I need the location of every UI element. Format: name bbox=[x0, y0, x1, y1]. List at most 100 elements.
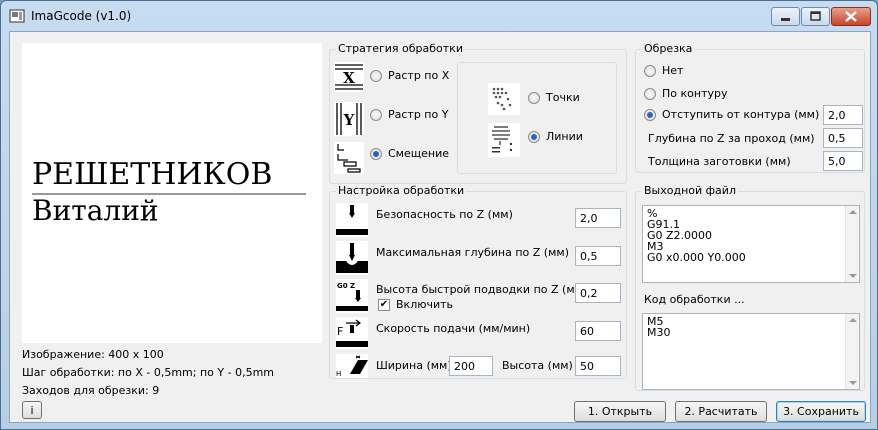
code-line: M30 bbox=[647, 326, 671, 339]
preview-text-line2: Виталий bbox=[32, 194, 159, 227]
strategy-group: Стратегия обработки X Растр по X Y Растр… bbox=[329, 42, 627, 184]
trim-title: Обрезка bbox=[642, 42, 695, 55]
checkbox-indicator: ✔ bbox=[378, 298, 390, 311]
radio-indicator bbox=[370, 69, 382, 82]
radio-indicator bbox=[528, 91, 540, 104]
svg-text:H: H bbox=[336, 370, 341, 378]
lines-icon bbox=[488, 123, 520, 157]
radio-points[interactable]: Точки bbox=[528, 91, 580, 104]
trim-offset-field[interactable]: 2,0 bbox=[823, 105, 863, 125]
output-title: Выходной файл bbox=[642, 184, 738, 197]
safety-label: Безопасность по Z (мм) bbox=[376, 208, 513, 221]
scroll-up-icon[interactable] bbox=[849, 210, 857, 214]
radio-indicator bbox=[528, 130, 540, 143]
svg-text:X: X bbox=[343, 69, 355, 87]
app-window: ImaGcode (v1.0) РЕШЕТНИКОВ Виталий Изобр… bbox=[0, 0, 878, 430]
radio-raster-x-label: Растр по X bbox=[388, 69, 450, 82]
radio-raster-y-label: Растр по Y bbox=[388, 108, 449, 121]
feed-field[interactable]: 60 bbox=[575, 321, 621, 341]
radio-lines[interactable]: Линии bbox=[528, 130, 583, 143]
safety-field[interactable]: 2,0 bbox=[575, 208, 621, 228]
close-button[interactable] bbox=[831, 7, 871, 26]
rapid-label: Высота быстрой подводки по Z (мм) bbox=[376, 283, 588, 296]
scroll-down-icon[interactable] bbox=[849, 274, 857, 278]
output-group: Выходной файл % G91.1 G0 Z2.0000 M3 G0 x… bbox=[635, 184, 865, 391]
code-scrollbar[interactable] bbox=[845, 314, 859, 389]
close-icon bbox=[845, 11, 857, 22]
radio-trim-offset[interactable]: Отступить от контура (мм) bbox=[644, 108, 819, 121]
width-field[interactable]: 200 bbox=[449, 356, 493, 376]
raster-x-icon: X bbox=[334, 62, 364, 92]
radio-indicator bbox=[644, 64, 656, 77]
radio-trim-none[interactable]: Нет bbox=[644, 64, 683, 77]
passes-info: Заходов для обрезки: 9 bbox=[22, 384, 160, 397]
safety-height-icon bbox=[336, 203, 368, 237]
minimize-button[interactable] bbox=[771, 7, 800, 26]
feed-icon-text: F bbox=[337, 325, 343, 338]
strategy-title: Стратегия обработки bbox=[336, 42, 465, 55]
thickness-field[interactable]: 5,0 bbox=[823, 151, 863, 171]
radio-trim-none-label: Нет bbox=[662, 64, 684, 77]
radio-raster-x[interactable]: Растр по X bbox=[370, 69, 449, 82]
info-button[interactable]: i bbox=[22, 401, 42, 419]
max-depth-icon bbox=[336, 241, 368, 275]
open-button[interactable]: 1. Открыть bbox=[574, 401, 666, 422]
height-label: Высота (мм) bbox=[502, 359, 573, 372]
main-client-area: РЕШЕТНИКОВ Виталий Изображение: 400 x 10… bbox=[9, 31, 871, 423]
radio-trim-contour[interactable]: По контуру bbox=[644, 87, 727, 100]
rapid-enable-label: Включить bbox=[396, 298, 454, 311]
feed-label: Скорость подачи (мм/мин) bbox=[376, 322, 531, 335]
code-title: Код обработки ... bbox=[644, 293, 745, 306]
preview-text-line1: РЕШЕТНИКОВ bbox=[32, 157, 273, 192]
title-bar[interactable]: ImaGcode (v1.0) bbox=[1, 1, 877, 31]
scroll-up-icon[interactable] bbox=[849, 318, 857, 322]
step-info: Шаг обработки: по X - 0,5mm; по Y - 0,5m… bbox=[22, 366, 275, 379]
height-field[interactable]: 50 bbox=[575, 356, 621, 376]
radio-offset-label: Смещение bbox=[388, 147, 449, 160]
radio-raster-y[interactable]: Растр по Y bbox=[370, 108, 448, 121]
radio-points-label: Точки bbox=[546, 91, 580, 104]
trim-group: Обрезка Нет По контуру Отступить от конт… bbox=[635, 42, 865, 173]
path-type-group: Точки Линии bbox=[457, 62, 617, 174]
thickness-label: Толщина заготовки (мм) bbox=[648, 155, 791, 168]
width-label: Ширина (мм) bbox=[376, 359, 452, 372]
setup-title: Настройка обработки bbox=[336, 184, 467, 197]
radio-lines-label: Линии bbox=[546, 130, 583, 143]
radio-trim-offset-label: Отступить от контура (мм) bbox=[662, 108, 820, 121]
radio-indicator bbox=[370, 147, 382, 160]
max-depth-field[interactable]: 0,5 bbox=[575, 246, 621, 266]
scroll-down-icon[interactable] bbox=[849, 381, 857, 385]
setup-group: Настройка обработки Безопасность по Z (м… bbox=[329, 184, 627, 379]
radio-indicator bbox=[644, 87, 656, 100]
save-button[interactable]: 3. Сохранить bbox=[776, 401, 866, 422]
points-icon bbox=[488, 83, 520, 115]
rapid-enable-checkbox[interactable]: ✔ Включить bbox=[378, 298, 453, 311]
trim-depth-label: Глубина по Z за проход (мм) bbox=[648, 132, 815, 145]
max-depth-label: Максимальная глубина по Z (мм) bbox=[376, 246, 569, 259]
app-icon bbox=[9, 9, 25, 23]
trim-depth-field[interactable]: 0,5 bbox=[823, 128, 863, 148]
minimize-icon bbox=[781, 18, 790, 21]
radio-indicator bbox=[370, 108, 382, 121]
code-line: M5 bbox=[647, 315, 664, 328]
radio-offset[interactable]: Смещение bbox=[370, 147, 449, 160]
output-line: G0 x0.000 Y0.000 bbox=[647, 251, 746, 264]
calculate-button[interactable]: 2. Расчитать bbox=[675, 401, 767, 422]
feed-rate-icon: F bbox=[336, 317, 368, 349]
code-text-area[interactable]: M5 M30 bbox=[642, 313, 860, 390]
output-text-area[interactable]: % G91.1 G0 Z2.0000 M3 G0 x0.000 Y0.000 bbox=[642, 205, 860, 283]
radio-indicator bbox=[644, 108, 656, 121]
rapid-field[interactable]: 0,2 bbox=[575, 283, 621, 303]
output-line: G0 Z2.0000 bbox=[647, 229, 713, 242]
image-size-info: Изображение: 400 x 100 bbox=[22, 348, 164, 361]
raster-y-icon: Y bbox=[334, 102, 364, 136]
offset-strategy-icon bbox=[334, 142, 364, 174]
rapid-icon-text: G0 Z bbox=[337, 282, 355, 290]
maximize-button[interactable] bbox=[801, 7, 830, 26]
restore-icon bbox=[810, 11, 821, 21]
rapid-height-icon: G0 Z bbox=[336, 279, 368, 313]
dimensions-icon: H bbox=[336, 354, 368, 378]
radio-trim-contour-label: По контуру bbox=[662, 87, 728, 100]
output-scrollbar[interactable] bbox=[845, 206, 859, 282]
svg-text:Y: Y bbox=[343, 111, 355, 129]
